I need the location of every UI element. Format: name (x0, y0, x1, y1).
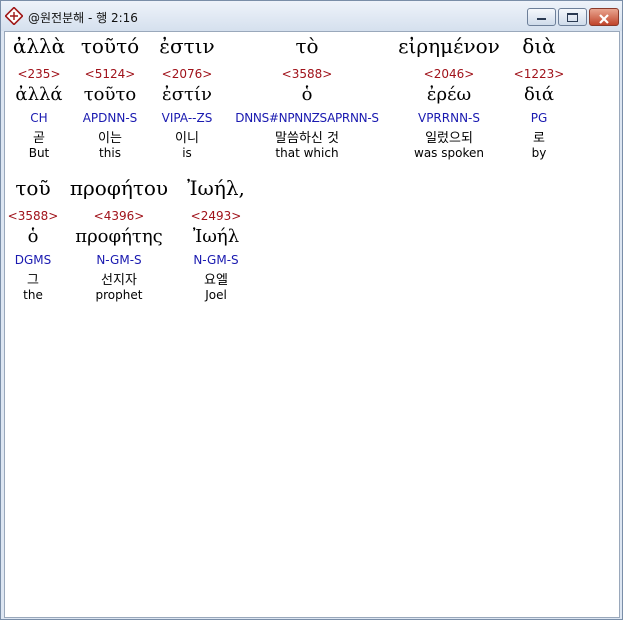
parsing-code: DNNS#NPNNZSAPRNN-S (235, 111, 379, 125)
greek-word: ἀλλὰ (12, 34, 66, 58)
word-column[interactable]: τοῦτό <5124> τοῦτο APDNN-S 이는 this (73, 32, 147, 160)
word-column[interactable]: ἀλλὰ <235> ἀλλά CH 곧 But (5, 32, 73, 160)
window-title: @원전분해 - 행 2:16 (28, 11, 138, 25)
strong-number[interactable]: <5124> (73, 67, 147, 81)
strong-number[interactable]: <2076> (147, 67, 227, 81)
app-icon[interactable] (4, 6, 24, 26)
lemma: διά (523, 84, 555, 105)
maximize-icon (567, 13, 578, 22)
word-column[interactable]: προφήτου <4396> προφήτης N-GM-S 선지자 prop… (61, 174, 177, 302)
lemma: προφήτης (75, 226, 163, 247)
close-button[interactable] (589, 8, 619, 26)
korean-gloss: 선지자 (101, 273, 137, 288)
lemma: ἐρέω (426, 84, 472, 105)
korean-gloss: 곧 (33, 131, 45, 146)
close-icon (598, 10, 610, 29)
korean-gloss: 말씀하신 것 (275, 131, 339, 146)
greek-word: ἐστιν (159, 34, 215, 58)
lemma: ὁ (301, 84, 313, 105)
korean-gloss: 이니 (175, 131, 199, 146)
interlinear-view[interactable]: ἀλλὰ <235> ἀλλά CH 곧 But τοῦτό <5124> το… (4, 31, 620, 618)
lemma: ὁ (27, 226, 39, 247)
english-gloss: that which (275, 146, 339, 160)
word-column[interactable]: τοῦ <3588> ὁ DGMS 그 the (5, 174, 61, 302)
strong-number[interactable]: <3588> (227, 67, 387, 81)
korean-gloss: 요엘 (204, 273, 228, 288)
parsing-code: N-GM-S (193, 253, 239, 267)
title-bar[interactable]: @원전분해 - 행 2:16 (1, 1, 622, 31)
parsing-code: CH (30, 111, 48, 125)
english-gloss: prophet (95, 288, 143, 302)
word-column[interactable]: τὸ <3588> ὁ DNNS#NPNNZSAPRNN-S 말씀하신 것 th… (227, 32, 387, 160)
korean-gloss: 이는 (98, 131, 122, 146)
strong-number[interactable]: <2493> (177, 209, 255, 223)
word-column[interactable]: ἐστιν <2076> ἐστίν VIPA--ZS 이니 is (147, 32, 227, 160)
strong-number[interactable]: <1223> (509, 67, 569, 81)
maximize-button[interactable] (558, 8, 587, 26)
english-gloss: the (23, 288, 43, 302)
strong-number[interactable]: <2046> (389, 67, 509, 81)
parsing-code: N-GM-S (96, 253, 142, 267)
lemma: ἀλλά (15, 84, 63, 105)
lemma: ἐστίν (162, 84, 212, 105)
parsing-code: DGMS (14, 253, 52, 267)
korean-gloss: 일렀으되 (425, 131, 473, 146)
lemma: τοῦτο (83, 84, 137, 105)
word-column[interactable]: διὰ <1223> διά PG 로 by (509, 32, 569, 160)
word-column[interactable]: εἰρημένον <2046> ἐρέω VPRRNN-S 일렀으되 was … (389, 32, 509, 160)
strong-number[interactable]: <235> (5, 67, 73, 81)
parsing-code: PG (530, 111, 548, 125)
greek-word: προφήτου (69, 176, 169, 200)
english-gloss: this (99, 146, 121, 160)
korean-gloss: 그 (27, 273, 39, 288)
english-gloss: is (182, 146, 192, 160)
minimize-button[interactable] (527, 8, 556, 26)
minimize-icon (537, 18, 546, 20)
greek-word: Ἰωήλ, (187, 176, 245, 200)
english-gloss: Joel (205, 288, 227, 302)
strong-number[interactable]: <3588> (5, 209, 61, 223)
greek-word: τοῦ (15, 176, 51, 200)
parsing-code: APDNN-S (82, 111, 138, 125)
english-gloss: was spoken (414, 146, 484, 160)
parsing-code: VIPA--ZS (161, 111, 213, 125)
greek-word: τοῦτό (80, 34, 140, 58)
strong-number[interactable]: <4396> (61, 209, 177, 223)
greek-word: τὸ (295, 34, 319, 58)
word-column[interactable]: Ἰωήλ, <2493> Ἰωήλ N-GM-S 요엘 Joel (177, 174, 255, 302)
app-window: @원전분해 - 행 2:16 ἀλλὰ <235> ἀλλά CH 곧 But … (0, 0, 623, 620)
greek-word: εἰρημένον (398, 34, 500, 58)
lemma: Ἰωήλ (192, 226, 240, 247)
korean-gloss: 로 (533, 131, 545, 146)
parsing-code: VPRRNN-S (417, 111, 481, 125)
english-gloss: But (28, 146, 50, 160)
english-gloss: by (531, 146, 547, 160)
greek-word: διὰ (522, 34, 556, 58)
